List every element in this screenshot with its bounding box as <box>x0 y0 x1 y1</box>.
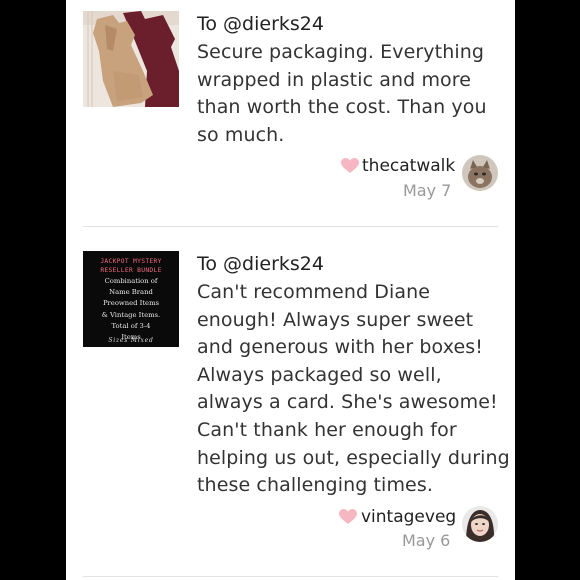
review-recipient[interactable]: To @dierks24 <box>197 13 324 35</box>
review-date: May 7 <box>403 181 452 200</box>
bundle-title: JACKPOT MYSTERY RESELLER BUNDLE <box>83 257 179 275</box>
review-thumbnail[interactable]: JACKPOT MYSTERY RESELLER BUNDLE Combinat… <box>83 251 179 347</box>
bundle-footer: Sizes Mixed <box>108 337 154 344</box>
reviewer-avatar[interactable] <box>462 155 498 191</box>
bundle-description: Combination of Name Brand Preowned Items… <box>83 276 179 343</box>
reviewer-username[interactable]: thecatwalk <box>362 156 455 176</box>
reviewer-avatar[interactable] <box>462 506 498 542</box>
woman-avatar <box>462 506 498 542</box>
review-thumbnail[interactable] <box>83 11 179 107</box>
cat-avatar <box>462 155 498 191</box>
review-text: Secure packaging. Everything wrapped in … <box>197 41 487 146</box>
bundle-title-line: JACKPOT MYSTERY <box>100 258 162 265</box>
bundle-line: Combination of <box>104 277 158 285</box>
review-recipient[interactable]: To @dierks24 <box>197 253 324 275</box>
reviewer-username[interactable]: vintageveg <box>361 507 456 527</box>
review-divider <box>83 576 498 577</box>
review-item: To @dierks24 Secure packaging. Everythin… <box>66 0 515 227</box>
clothing-photo <box>83 11 179 107</box>
heart-icon <box>339 509 357 524</box>
bundle-line: Total of 3-4 <box>111 321 151 330</box>
review-item: JACKPOT MYSTERY RESELLER BUNDLE Combinat… <box>66 227 515 577</box>
bundle-title-line: RESELLER BUNDLE <box>100 267 162 274</box>
review-text: Can't recommend Diane enough! Always sup… <box>197 281 510 497</box>
review-date: May 6 <box>402 531 451 550</box>
reviews-panel: To @dierks24 Secure packaging. Everythin… <box>66 0 515 580</box>
bundle-line: Preowned Items <box>102 299 160 308</box>
bundle-line: Name Brand <box>109 288 153 297</box>
heart-icon <box>341 158 359 173</box>
bundle-line: & Vintage Items. <box>101 310 161 319</box>
